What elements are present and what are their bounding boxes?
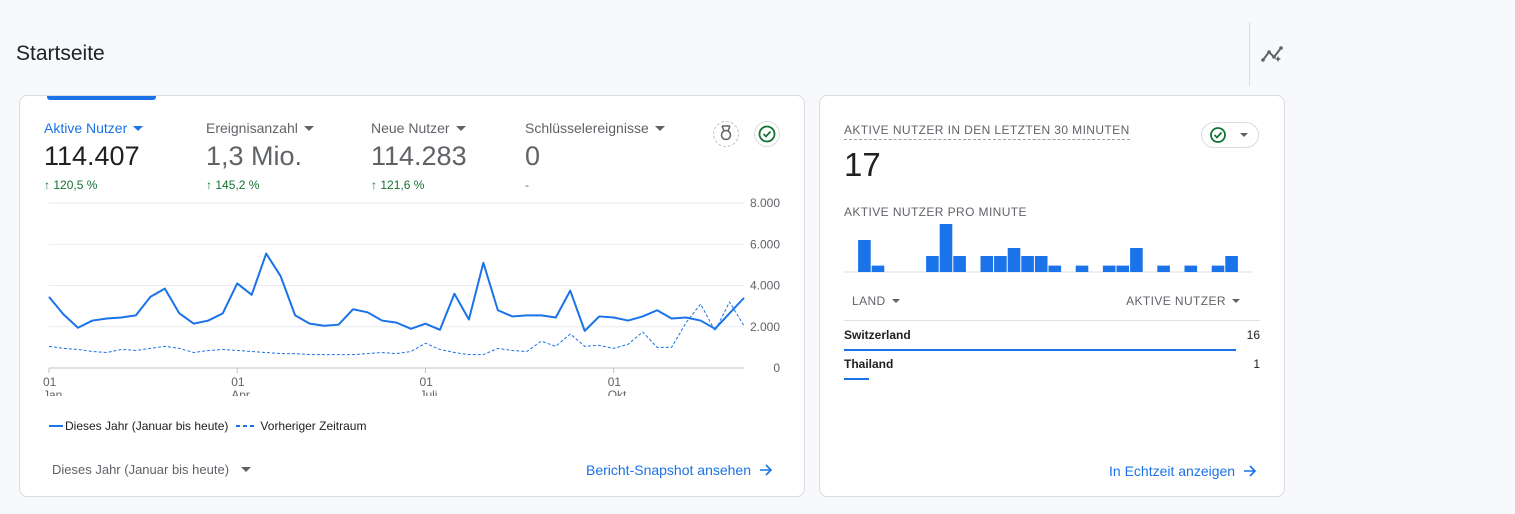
minute-bar[interactable]: [1184, 265, 1198, 272]
arrow-right-icon: [760, 464, 773, 476]
col-header-country[interactable]: LAND: [852, 294, 900, 308]
y-tick-label: 6.000: [750, 237, 780, 251]
per-minute-label: AKTIVE NUTZER PRO MINUTE: [844, 205, 1027, 219]
y-tick-label: 8.000: [750, 196, 780, 210]
minute-bar[interactable]: [871, 265, 885, 272]
country-users: 16: [1246, 328, 1260, 342]
per-minute-bar-chart: [844, 224, 1252, 273]
check-circle-icon: [1210, 127, 1248, 143]
minute-bar[interactable]: [994, 256, 1007, 272]
col-header-active-users[interactable]: AKTIVE NUTZER: [1126, 294, 1240, 308]
caret-down-icon: [891, 299, 900, 303]
realtime-status-dropdown[interactable]: [1201, 122, 1259, 148]
x-tick-label: Apr.: [231, 388, 252, 396]
minute-bar[interactable]: [858, 240, 871, 272]
insights-icon: [1261, 46, 1283, 62]
x-tick-label: 01: [608, 375, 622, 389]
realtime-card: AKTIVE NUTZER IN DEN LETZTEN 30 MINUTEN …: [819, 95, 1285, 497]
minute-bar[interactable]: [1021, 256, 1034, 272]
date-range-select[interactable]: Dieses Jahr (Januar bis heute): [52, 462, 252, 477]
x-tick-label: Jan.: [43, 388, 66, 396]
x-tick-label: 01: [231, 375, 245, 389]
x-tick-label: Okt.: [608, 388, 630, 396]
country-name: Switzerland: [844, 328, 911, 342]
header-divider: [1249, 22, 1250, 86]
minute-bar[interactable]: [939, 224, 953, 272]
x-tick-label: 01: [419, 375, 433, 389]
overview-card: Aktive Nutzer 114.407 ↑ 120,5 % Ereignis…: [19, 95, 805, 497]
dashed-line-swatch: [236, 425, 257, 427]
minute-bar[interactable]: [1075, 265, 1089, 272]
minute-bar[interactable]: [980, 256, 994, 272]
minute-bar[interactable]: [1048, 265, 1062, 272]
minute-bar[interactable]: [1116, 265, 1130, 272]
chart-legend: Dieses Jahr (Januar bis heute) Vorherige…: [49, 419, 374, 433]
caret-down-icon: [1232, 299, 1240, 303]
realtime-title: AKTIVE NUTZER IN DEN LETZTEN 30 MINUTEN: [844, 123, 1130, 140]
share-bar: [844, 349, 1236, 351]
minute-bar[interactable]: [1007, 248, 1021, 272]
share-bar: [844, 378, 869, 380]
table-divider: [844, 320, 1260, 321]
caret-down-icon: [241, 467, 252, 472]
solid-line-swatch: [49, 425, 63, 427]
view-realtime-link[interactable]: In Echtzeit anzeigen: [1109, 463, 1257, 479]
minute-bar[interactable]: [1157, 265, 1170, 272]
arrow-right-icon: [1244, 465, 1257, 477]
minute-bar[interactable]: [953, 256, 966, 272]
minute-bar[interactable]: [1130, 248, 1143, 272]
minute-bar[interactable]: [1211, 265, 1225, 272]
y-tick-label: 2.000: [750, 320, 780, 334]
series-line-current: [48, 252, 745, 332]
minute-bar[interactable]: [1034, 256, 1048, 272]
line-chart: 8.0006.0004.0002.000001Jan.01Apr.01Juli0…: [43, 196, 780, 396]
x-tick-label: 01: [43, 375, 57, 389]
minute-bar[interactable]: [926, 256, 939, 272]
y-tick-label: 4.000: [750, 279, 780, 293]
x-tick-label: Juli: [419, 388, 437, 396]
country-users: 1: [1253, 357, 1260, 371]
legend-item-previous: Vorheriger Zeitraum: [236, 419, 366, 433]
country-name: Thailand: [844, 357, 894, 371]
y-tick-label: 0: [773, 361, 780, 375]
insights-button[interactable]: [1260, 42, 1286, 66]
series-line-previous: [48, 301, 745, 356]
minute-bar[interactable]: [1225, 256, 1238, 272]
view-report-snapshot-link[interactable]: Bericht-Snapshot ansehen: [586, 462, 773, 478]
legend-item-current: Dieses Jahr (Januar bis heute): [49, 419, 228, 433]
minute-bar[interactable]: [1102, 265, 1116, 272]
realtime-value: 17: [844, 146, 881, 183]
page-title: Startseite: [16, 42, 105, 65]
